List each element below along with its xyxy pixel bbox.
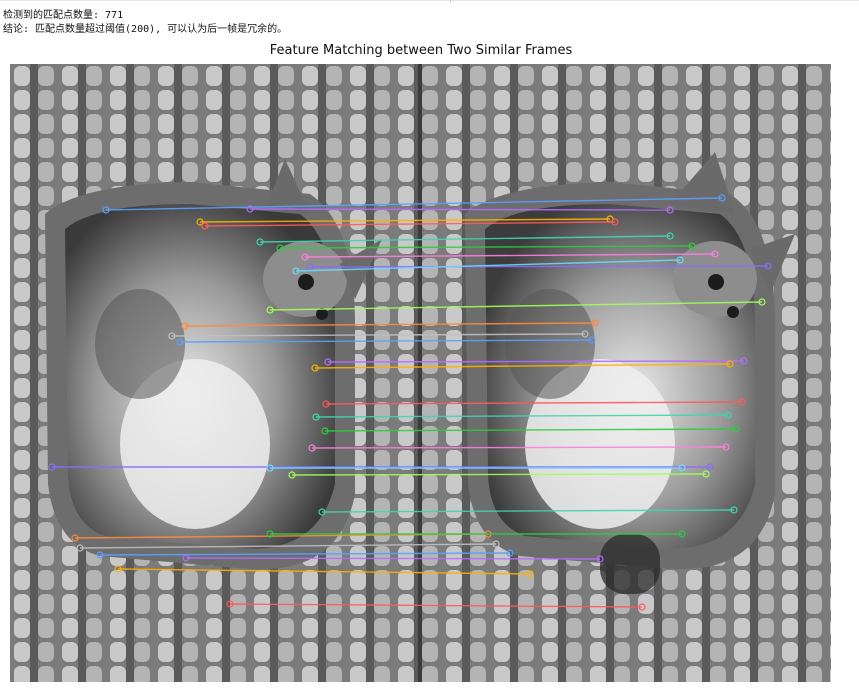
top-border <box>0 0 859 1</box>
right-frame-image <box>418 64 831 682</box>
console-output: 检测到的匹配点数量: 771 结论: 匹配点数量超过阈值(200), 可以认为后… <box>3 9 287 37</box>
match-line <box>311 446 727 449</box>
left-frame-image <box>10 64 420 682</box>
match-line <box>185 557 601 560</box>
match-line <box>327 360 745 363</box>
console-line-match-count: 检测到的匹配点数量: 771 <box>3 10 124 21</box>
match-line <box>291 473 707 476</box>
figure-canvas <box>10 64 831 682</box>
console-line-conclusion: 结论: 匹配点数量超过阈值(200), 可以认为后一帧是冗余的。 <box>3 24 288 35</box>
feature-matching-figure <box>10 64 831 682</box>
top-tick <box>450 0 451 3</box>
figure-title: Feature Matching between Two Similar Fra… <box>269 43 573 58</box>
